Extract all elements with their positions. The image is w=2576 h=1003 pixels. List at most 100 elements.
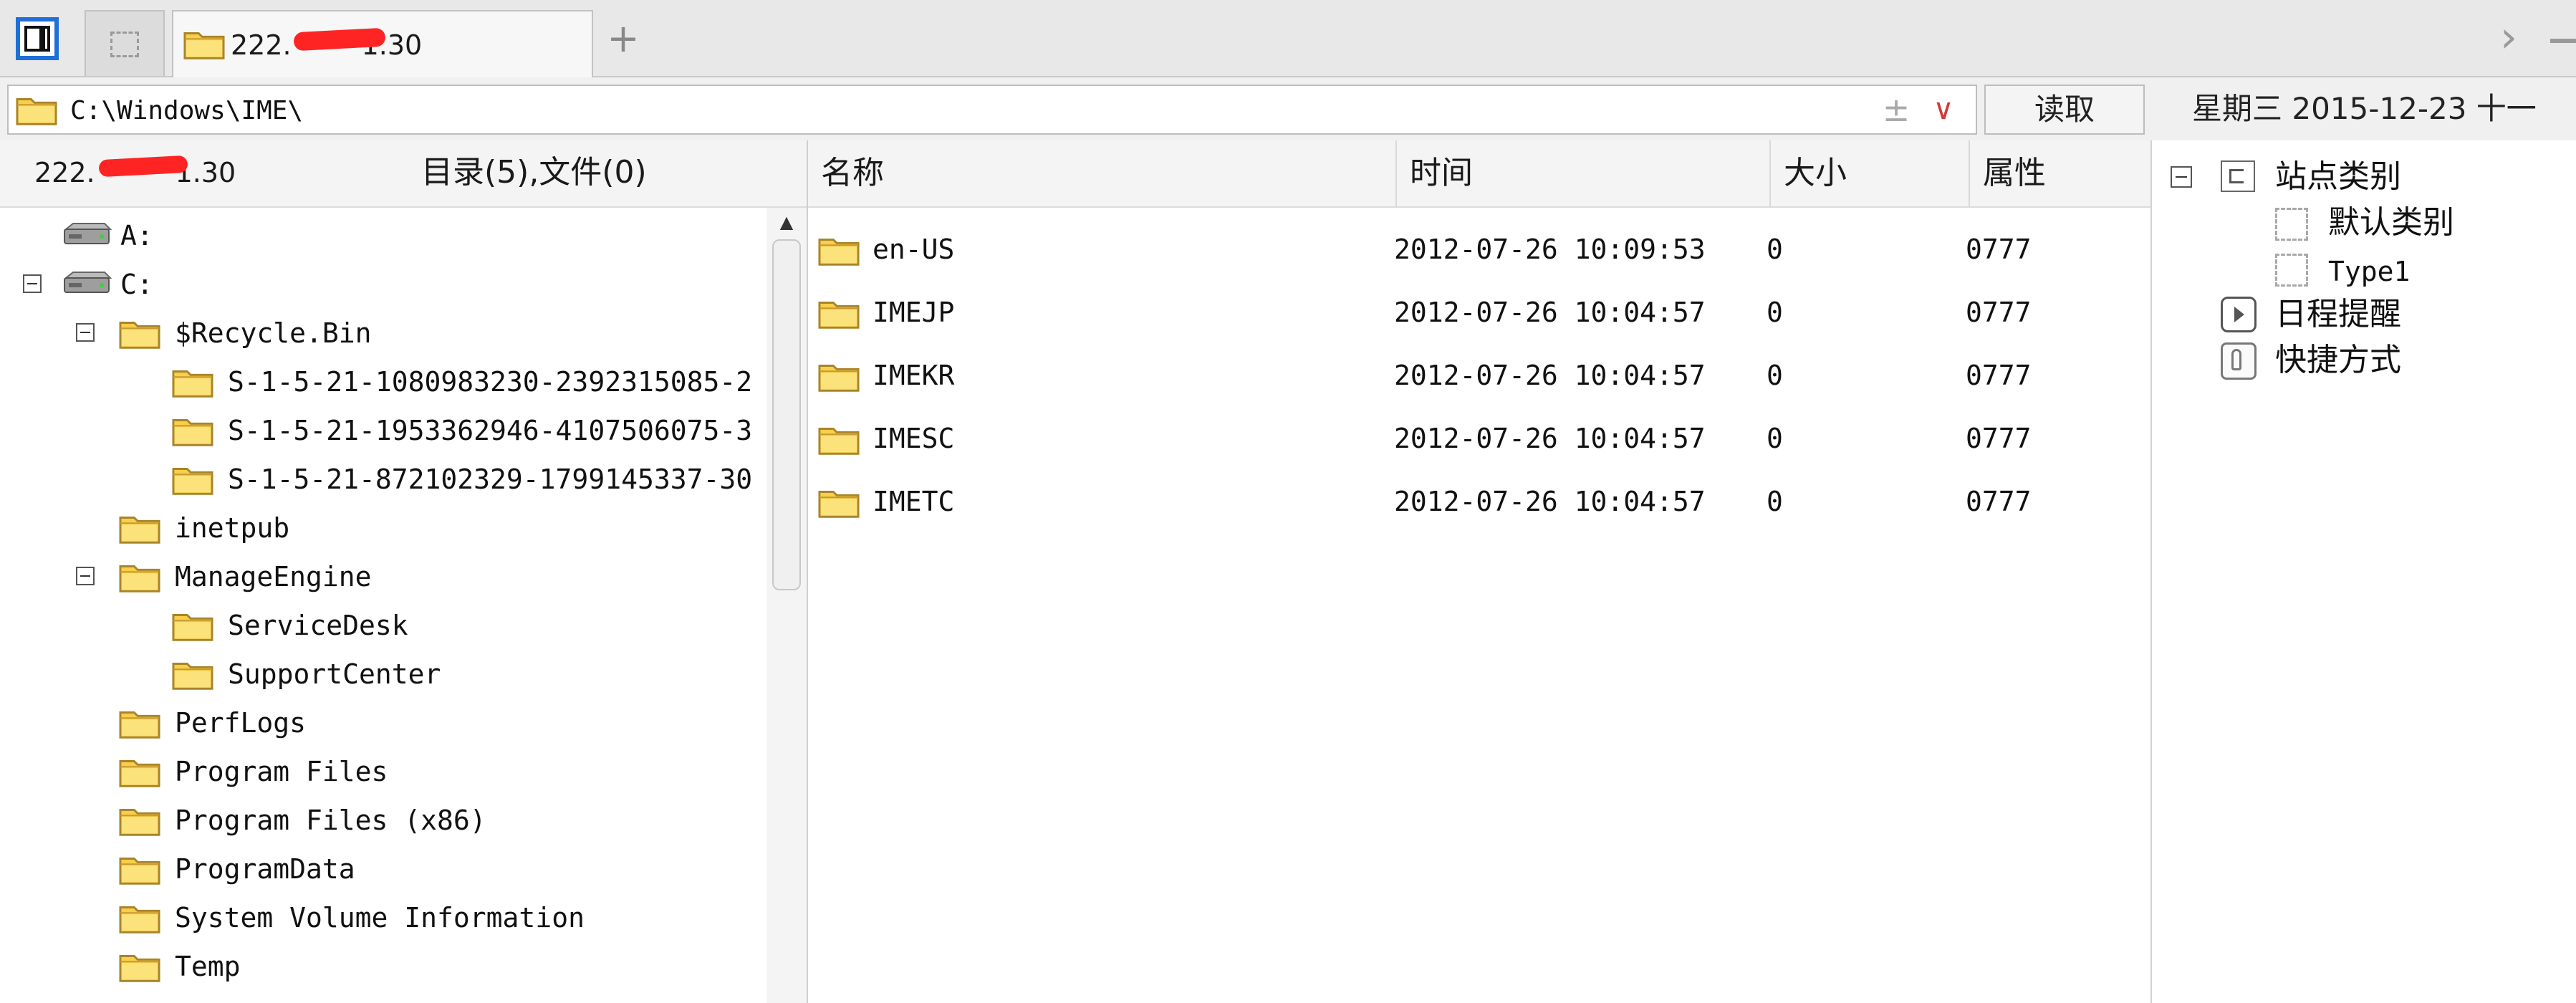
folder-icon xyxy=(119,706,160,739)
folder-icon xyxy=(119,999,160,1003)
column-header-name[interactable]: 名称 xyxy=(808,140,1397,206)
tree-item-label: Program Files xyxy=(175,756,388,787)
tree-item[interactable]: C: xyxy=(0,261,766,309)
tree-item-label: Temp xyxy=(175,951,241,982)
history-button[interactable]: ± xyxy=(1878,92,1914,128)
shortcuts[interactable]: 快捷方式 xyxy=(2171,337,2572,384)
tree-item[interactable]: U xyxy=(0,992,766,1003)
active-tab[interactable]: 222. 1.30 xyxy=(172,10,593,79)
tree-item[interactable]: Program Files xyxy=(0,748,766,797)
tree-item[interactable]: ServiceDesk xyxy=(0,602,766,651)
folder-icon xyxy=(119,512,160,544)
folder-icon xyxy=(119,853,160,886)
file-size: 0 xyxy=(1767,234,1783,265)
tree-item[interactable]: S-1-5-21-872102329-1799145337-30 xyxy=(0,456,766,504)
folder-icon xyxy=(818,486,860,519)
tab-menu-icon[interactable] xyxy=(2550,39,2576,43)
column-header-time[interactable]: 时间 xyxy=(1397,140,1771,206)
dashed-square-icon xyxy=(110,32,139,57)
category-item-label: Type1 xyxy=(2328,256,2411,287)
folder-icon xyxy=(172,365,213,398)
directory-summary: 目录(5),文件(0) xyxy=(421,154,647,191)
tree-item[interactable]: S-1-5-21-1080983230-2392315085-2 xyxy=(0,358,766,407)
shortcut-icon xyxy=(2221,342,2257,380)
tree-item-label: $Recycle.Bin xyxy=(175,317,372,349)
tree-item[interactable]: SupportCenter xyxy=(0,651,766,699)
collapse-icon[interactable] xyxy=(2171,166,2192,188)
tree-item[interactable]: $Recycle.Bin xyxy=(0,309,766,358)
file-row[interactable]: IMETC 2012-07-26 10:04:57 0 0777 xyxy=(808,470,2150,533)
category-item[interactable]: Type1 xyxy=(2171,245,2572,292)
folder-icon xyxy=(16,93,57,126)
folder-icon xyxy=(818,297,860,330)
file-attributes: 0777 xyxy=(1966,486,2032,517)
file-size: 0 xyxy=(1767,297,1783,328)
tree-item[interactable]: A: xyxy=(0,212,766,261)
category-root[interactable]: 站点类别 xyxy=(2171,153,2572,201)
file-attributes: 0777 xyxy=(1966,234,2032,265)
chevron-right-icon[interactable]: › xyxy=(2487,13,2530,62)
directory-tree: A: C: $Recycle.Bin S-1-5-21-1080983230-2392… xyxy=(0,208,766,1003)
column-header-size[interactable]: 大小 xyxy=(1771,140,1970,206)
file-name: IMETC xyxy=(873,486,955,517)
new-tab-button[interactable]: + xyxy=(603,19,643,59)
date-time-display: 星期三 2015-12-23 十一 xyxy=(2192,91,2537,126)
folder-icon xyxy=(119,755,160,788)
tree-item-label: U xyxy=(175,997,191,1003)
tree-item[interactable]: ManageEngine xyxy=(0,553,766,602)
category-root-label: 站点类别 xyxy=(2275,158,2401,195)
tree-item[interactable]: System Volume Information xyxy=(0,894,766,943)
file-time: 2012-07-26 10:04:57 xyxy=(1394,360,1706,391)
tree-item[interactable]: S-1-5-21-1953362946-4107506075-3 xyxy=(0,407,766,456)
path-box: ± ∨ xyxy=(7,85,1977,135)
folder-icon xyxy=(119,950,160,983)
folder-icon xyxy=(119,804,160,837)
tree-item-label: SupportCenter xyxy=(228,658,441,690)
folder-icon xyxy=(818,234,860,267)
tree-item-label: PerfLogs xyxy=(175,707,307,739)
tree-scrollbar[interactable]: ▲ xyxy=(766,208,807,1003)
path-input[interactable] xyxy=(69,90,1848,130)
column-header-attr[interactable]: 属性 xyxy=(1970,140,2150,206)
tree-item-label: A: xyxy=(120,220,153,251)
blank-tab[interactable] xyxy=(85,10,165,76)
tree-item[interactable]: inetpub xyxy=(0,504,766,553)
collapse-icon[interactable] xyxy=(23,274,42,293)
file-time: 2012-07-26 10:09:53 xyxy=(1394,234,1706,265)
shortcuts-label: 快捷方式 xyxy=(2275,342,2401,378)
category-item-icon xyxy=(2275,254,2308,287)
file-row[interactable]: IMEKR 2012-07-26 10:04:57 0 0777 xyxy=(808,344,2150,407)
folder-icon xyxy=(172,414,213,447)
chevron-down-icon[interactable]: ∨ xyxy=(1926,92,1961,128)
read-button[interactable]: 读取 xyxy=(1984,85,2145,135)
file-row[interactable]: IMESC 2012-07-26 10:04:57 0 0777 xyxy=(808,407,2150,470)
tree-item[interactable]: PerfLogs xyxy=(0,699,766,748)
file-row[interactable]: en-US 2012-07-26 10:09:53 0 0777 xyxy=(808,218,2150,281)
tree-item-label: S-1-5-21-1953362946-4107506075-3 xyxy=(228,415,753,446)
schedule-reminder[interactable]: 日程提醒 xyxy=(2171,291,2572,338)
scroll-thumb[interactable] xyxy=(772,239,801,590)
tree-header: 222. 1.30 目录(5),文件(0) xyxy=(0,140,807,208)
collapse-icon[interactable] xyxy=(76,323,95,342)
collapse-icon[interactable] xyxy=(76,567,95,585)
category-icon xyxy=(2221,160,2255,192)
panel-toggle-icon[interactable] xyxy=(16,17,59,60)
folder-icon xyxy=(119,901,160,934)
folder-icon xyxy=(172,609,213,642)
file-name: IMESC xyxy=(873,423,955,454)
tree-item[interactable]: Program Files (x86) xyxy=(0,797,766,845)
drive-icon xyxy=(62,222,112,251)
tree-item[interactable]: Temp xyxy=(0,943,766,992)
file-row[interactable]: IMEJP 2012-07-26 10:04:57 0 0777 xyxy=(808,281,2150,344)
tree-item[interactable]: ProgramData xyxy=(0,845,766,894)
tree-item-label: ServiceDesk xyxy=(228,610,408,641)
file-time: 2012-07-26 10:04:57 xyxy=(1394,297,1706,328)
scroll-up-icon[interactable]: ▲ xyxy=(775,212,798,235)
folder-icon xyxy=(183,27,225,60)
file-size: 0 xyxy=(1767,486,1783,517)
category-item[interactable]: 默认类别 xyxy=(2171,199,2572,246)
file-attributes: 0777 xyxy=(1966,360,2032,391)
category-item-label: 默认类别 xyxy=(2328,204,2454,241)
folder-icon xyxy=(119,317,160,350)
folder-icon xyxy=(818,423,860,456)
